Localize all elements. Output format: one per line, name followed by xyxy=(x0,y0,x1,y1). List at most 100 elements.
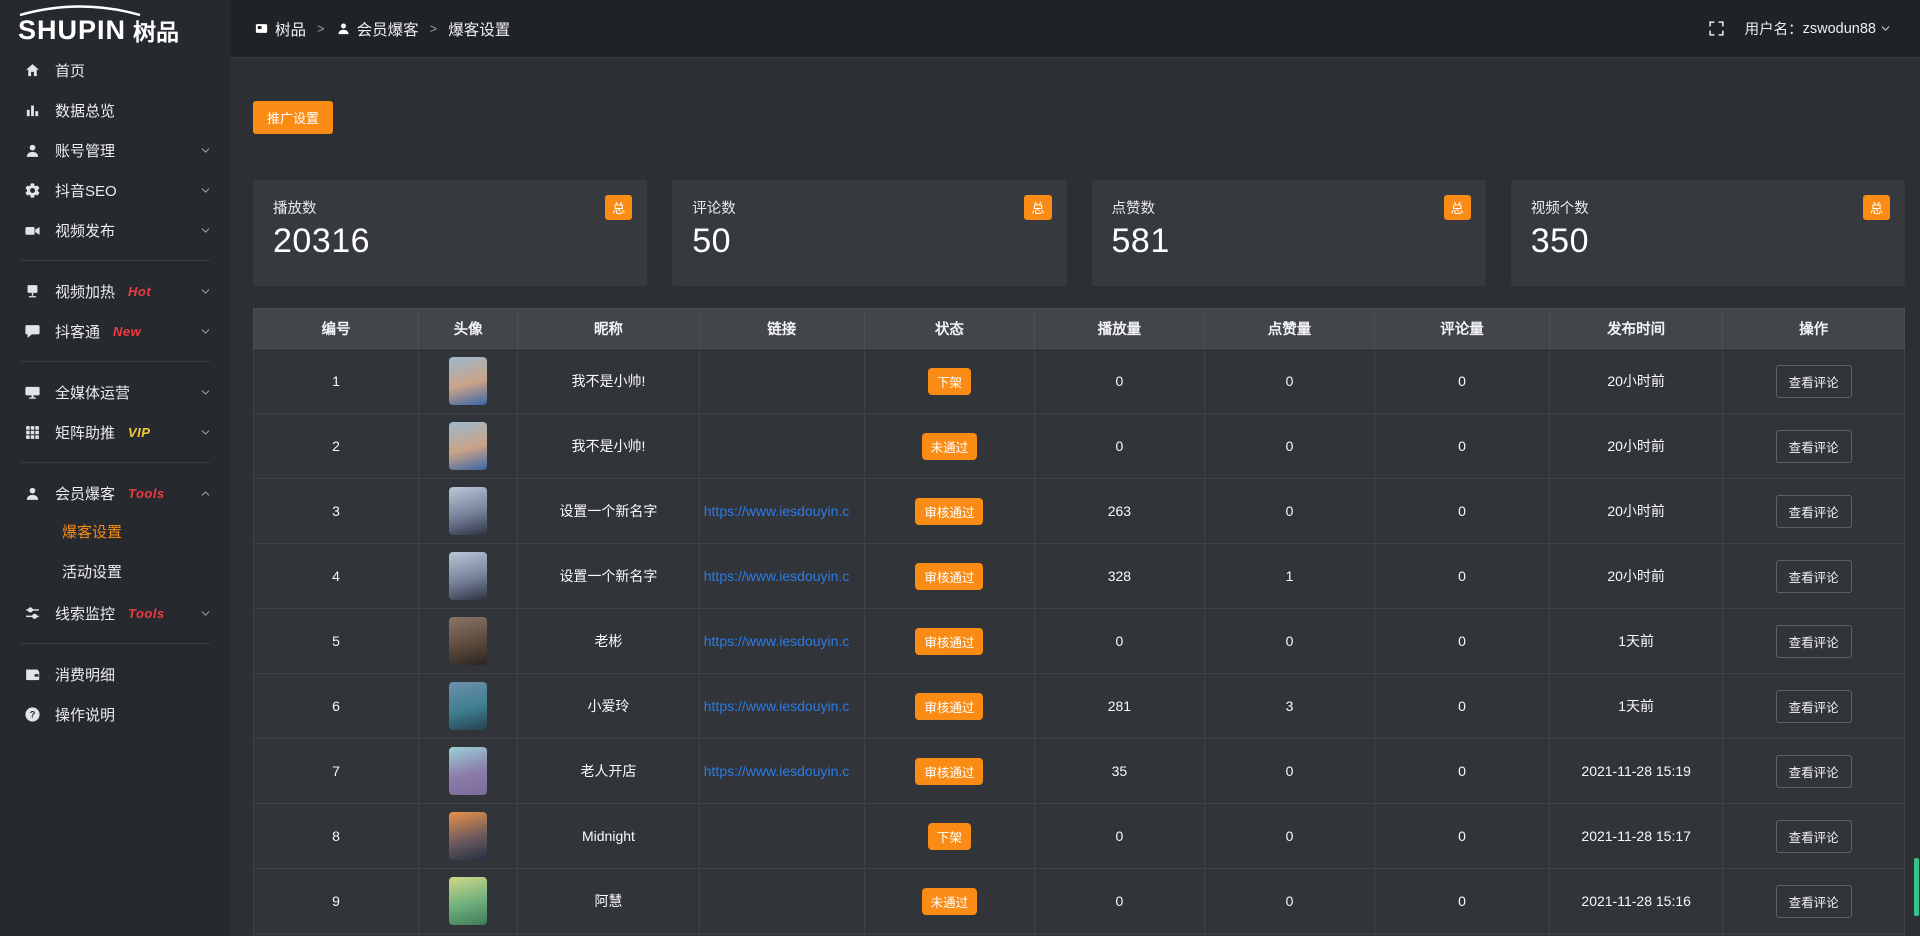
cell-action: 查看评论 xyxy=(1723,804,1905,869)
sidebar-item-media-operation[interactable]: 全媒体运营 xyxy=(0,372,230,412)
sidebar-item-clue-monitor[interactable]: 线索监控Tools xyxy=(0,593,230,633)
sidebar-item-operation-guide[interactable]: ?操作说明 xyxy=(0,694,230,734)
chevron-down-icon xyxy=(199,184,212,197)
view-comments-button[interactable]: 查看评论 xyxy=(1776,690,1852,723)
video-icon xyxy=(24,222,41,239)
video-link[interactable]: https://www.iesdouyin.c xyxy=(704,698,860,714)
table-wrap: 编号头像昵称链接状态播放量点赞量评论量发布时间操作1我不是小帅!下架00020小… xyxy=(253,308,1905,936)
cell-link: https://www.iesdouyin.c xyxy=(699,674,864,739)
view-comments-button[interactable]: 查看评论 xyxy=(1776,625,1852,658)
logo-text-en: SHUPIN xyxy=(18,17,126,44)
chevron-down-icon xyxy=(199,224,212,237)
scrollbar-thumb[interactable] xyxy=(1914,858,1919,916)
breadcrumb-item-0[interactable]: 树品 xyxy=(254,18,306,40)
sidebar-item-tag: New xyxy=(113,324,141,339)
sidebar-item-label: 视频加热 xyxy=(55,281,115,302)
col-header-time: 发布时间 xyxy=(1549,309,1722,349)
cell-avatar xyxy=(419,349,518,414)
heat-icon xyxy=(24,283,41,300)
stat-value: 350 xyxy=(1531,222,1885,261)
topbar-right: 用户名：zswodun88 xyxy=(1708,18,1892,39)
sliders-icon xyxy=(24,605,41,622)
user-chevron xyxy=(1876,22,1892,35)
main-content: 推广设置 播放数20316总评论数50总点赞数581总视频个数350总 编号头像… xyxy=(230,58,1920,936)
stat-total-badge: 总 xyxy=(1863,195,1890,220)
sidebar-item-tag: Tools xyxy=(128,486,165,501)
cell-comments: 0 xyxy=(1374,869,1549,934)
avatar xyxy=(449,877,487,925)
stat-value: 20316 xyxy=(273,222,627,261)
user-menu[interactable]: 用户名：zswodun88 xyxy=(1745,18,1892,39)
video-link[interactable]: https://www.iesdouyin.c xyxy=(704,568,860,584)
cell-time: 2021-11-28 15:19 xyxy=(1549,739,1722,804)
sidebar-item-data-overview[interactable]: 数据总览 xyxy=(0,90,230,130)
sidebar-item-matrix-boost[interactable]: 矩阵助推VIP xyxy=(0,412,230,452)
view-comments-button[interactable]: 查看评论 xyxy=(1776,430,1852,463)
cell-time: 1天前 xyxy=(1549,674,1722,739)
promo-settings-button[interactable]: 推广设置 xyxy=(253,101,333,134)
cell-avatar xyxy=(419,544,518,609)
cell-link: https://www.iesdouyin.c xyxy=(699,739,864,804)
sidebar-item-member-baoke[interactable]: 会员爆客Tools xyxy=(0,473,230,513)
video-link[interactable]: https://www.iesdouyin.c xyxy=(704,503,860,519)
sidebar-subitem-baoke-settings[interactable]: 爆客设置 xyxy=(0,513,230,553)
sidebar-item-video-heat[interactable]: 视频加热Hot xyxy=(0,271,230,311)
view-comments-button[interactable]: 查看评论 xyxy=(1776,755,1852,788)
cell-likes: 0 xyxy=(1204,414,1374,479)
sidebar-item-label: 视频发布 xyxy=(55,220,115,241)
sidebar-item-label: 数据总览 xyxy=(55,100,115,121)
cell-link xyxy=(699,869,864,934)
avatar xyxy=(449,617,487,665)
sidebar-item-label: 首页 xyxy=(55,60,85,81)
view-comments-button[interactable]: 查看评论 xyxy=(1776,495,1852,528)
stat-total-badge: 总 xyxy=(1444,195,1471,220)
cell-comments: 0 xyxy=(1374,674,1549,739)
breadcrumb-label: 树品 xyxy=(275,18,306,40)
sidebar-item-label: 全媒体运营 xyxy=(55,382,130,403)
cell-status: 审核通过 xyxy=(864,609,1034,674)
status-badge: 审核通过 xyxy=(915,628,983,655)
cell-action: 查看评论 xyxy=(1723,544,1905,609)
view-comments-button[interactable]: 查看评论 xyxy=(1776,885,1852,918)
user-icon xyxy=(24,485,41,502)
video-link[interactable]: https://www.iesdouyin.c xyxy=(704,763,860,779)
video-link[interactable]: https://www.iesdouyin.c xyxy=(704,633,860,649)
sidebar-item-douyin-seo[interactable]: 抖音SEO xyxy=(0,170,230,210)
status-badge: 未通过 xyxy=(922,888,978,915)
fullscreen-button[interactable] xyxy=(1708,20,1725,37)
sidebar-item-account-manage[interactable]: 账号管理 xyxy=(0,130,230,170)
avatar xyxy=(449,682,487,730)
cell-time: 1天前 xyxy=(1549,609,1722,674)
cell-id: 1 xyxy=(254,349,419,414)
col-header-link: 链接 xyxy=(699,309,864,349)
sidebar-subitem-activity-settings[interactable]: 活动设置 xyxy=(0,553,230,593)
view-comments-button[interactable]: 查看评论 xyxy=(1776,365,1852,398)
stat-card-0: 播放数20316总 xyxy=(253,180,647,286)
status-badge: 未通过 xyxy=(922,433,978,460)
cell-action: 查看评论 xyxy=(1723,869,1905,934)
cell-nickname: 小爱玲 xyxy=(518,674,700,739)
chevron-down-icon xyxy=(199,386,212,399)
sidebar-item-douketong[interactable]: 抖客通New xyxy=(0,311,230,351)
stat-value: 581 xyxy=(1112,222,1466,261)
user-icon xyxy=(24,142,41,159)
breadcrumb-item-1[interactable]: 会员爆客 xyxy=(336,18,419,40)
sidebar-item-video-publish[interactable]: 视频发布 xyxy=(0,210,230,250)
sidebar-item-home[interactable]: 首页 xyxy=(0,50,230,90)
sidebar-divider xyxy=(20,361,210,362)
cell-plays: 0 xyxy=(1034,414,1204,479)
avatar xyxy=(449,552,487,600)
breadcrumb-item-2: 爆客设置 xyxy=(448,18,510,40)
sidebar-item-expense-detail[interactable]: 消费明细 xyxy=(0,654,230,694)
breadcrumb-separator: > xyxy=(317,21,325,36)
table-row: 5老彬https://www.iesdouyin.c审核通过0001天前查看评论 xyxy=(254,609,1905,674)
stat-label: 视频个数 xyxy=(1531,197,1885,218)
view-comments-button[interactable]: 查看评论 xyxy=(1776,560,1852,593)
logo: SHUPIN 树品 xyxy=(0,0,230,50)
chevron-up-icon xyxy=(199,487,212,500)
cell-time: 20小时前 xyxy=(1549,544,1722,609)
username-prefix: 用户名： xyxy=(1745,18,1803,39)
col-header-nickname: 昵称 xyxy=(518,309,700,349)
table-header-row: 编号头像昵称链接状态播放量点赞量评论量发布时间操作 xyxy=(254,309,1905,349)
view-comments-button[interactable]: 查看评论 xyxy=(1776,820,1852,853)
